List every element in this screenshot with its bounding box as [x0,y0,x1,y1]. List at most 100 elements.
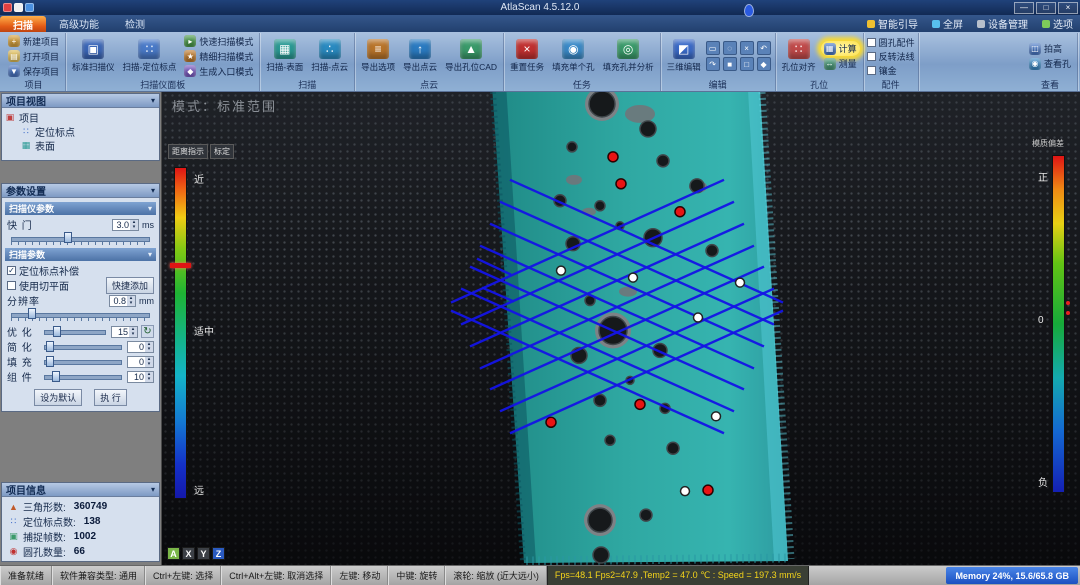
collapse-icon[interactable]: ▾ [151,96,155,105]
axis-button-z[interactable]: Z [212,547,225,560]
slider-thumb[interactable] [53,326,61,337]
target-marker-red[interactable] [635,399,645,409]
fill-region-icon[interactable]: ■ [723,57,737,71]
height-shot-button[interactable]: ◫拍高 [1026,41,1074,56]
run-button[interactable]: 执 行 [94,389,127,406]
resolution-slider[interactable] [11,308,150,321]
refresh-icon[interactable]: ↻ [141,325,154,338]
minimize-button[interactable]: — [1014,2,1034,14]
cut-plane-checkbox[interactable] [7,281,16,290]
collapse-icon[interactable]: ▾ [148,250,152,259]
hole[interactable] [589,92,615,117]
save-project-button[interactable]: ▼保存项目 [5,64,62,79]
viewport-3d[interactable]: 模式：标准范围 距离指示 标定 近 适中 远 模质偏差 正 [162,92,1080,565]
fill-value[interactable]: 0▴▾ [127,356,154,368]
quick-add-button[interactable]: 快捷添加 [106,277,154,294]
scan-params-section[interactable]: 扫描参数 ▾ [5,248,156,261]
hole[interactable] [567,142,577,152]
hole[interactable] [594,394,606,406]
target-marker-red[interactable] [608,152,618,162]
fast-scan-mode-button[interactable]: ▸快速扫描模式 [181,34,256,49]
tabbar-item-0[interactable]: 智能引导 [860,15,925,32]
hole[interactable] [640,121,656,137]
fine-scan-mode-button[interactable]: ★精细扫描模式 [181,49,256,64]
distance-indicator-button[interactable]: 距离指示 [168,144,208,159]
compute-button[interactable]: ▦计算 [821,41,860,56]
select-circle-icon[interactable]: ◌ [723,41,737,55]
target-marker-white[interactable] [736,278,745,287]
target-compensation-checkbox[interactable]: ✓ [7,266,16,275]
select-rect-icon[interactable]: ▭ [706,41,720,55]
hole[interactable] [667,442,679,454]
smooth-icon[interactable]: ◆ [757,57,771,71]
target-marker-white[interactable] [681,487,690,496]
close-button[interactable]: × [1058,2,1078,14]
target-marker-white[interactable] [712,412,721,421]
spinner-arrows-icon[interactable]: ▴▾ [129,327,137,337]
inlay-check[interactable]: 镶金 [867,63,915,77]
slider-thumb[interactable] [64,232,72,243]
spinner-arrows-icon[interactable]: ▴▾ [145,357,153,367]
hole[interactable] [640,509,652,521]
spinner-arrows-icon[interactable]: ▴▾ [145,372,153,382]
axis-button-y[interactable]: Y [197,547,210,560]
round-hole-fitting-check[interactable]: 圆孔配件 [867,35,915,49]
tree-item-project[interactable]: ▣ 项目 [5,110,156,124]
hole[interactable] [593,547,609,563]
slider-thumb[interactable] [46,356,54,367]
spinner-arrows-icon[interactable]: ▴▾ [127,296,135,306]
project-view-header[interactable]: 项目视图 ▾ [2,94,159,108]
export-holes-cad-button[interactable]: ▲导出孔位CAD [442,38,500,74]
spinner-arrows-icon[interactable]: ▴▾ [130,220,138,230]
target-marker-white[interactable] [694,313,703,322]
hole[interactable] [706,245,718,257]
component-slider[interactable] [44,371,122,382]
slider-thumb[interactable] [52,371,60,382]
slider-thumb[interactable] [28,308,36,319]
info-header[interactable]: 项目信息 ▾ [2,483,159,497]
component-value[interactable]: 10▴▾ [127,371,154,383]
fill-holes-analyze-button[interactable]: ◎填充孔并分析 [600,38,657,74]
standard-scanner-button[interactable]: ▣标准扫描仪 [69,38,118,74]
simplify-slider[interactable] [44,341,122,352]
edit-3d-button[interactable]: ◩三维编辑 [664,38,704,74]
undo-icon[interactable]: ↶ [757,41,771,55]
open-project-button[interactable]: ▤打开项目 [5,49,62,64]
target-marker-red[interactable] [703,485,713,495]
export-options-button[interactable]: ≡导出选项 [358,38,398,74]
hole-align-button[interactable]: ∷孔位对齐 [779,38,819,74]
resolution-value[interactable]: 0.8 ▴▾ [109,295,136,307]
export-pointcloud-button[interactable]: ↑导出点云 [400,38,440,74]
scan-pointcloud-button[interactable]: ∴扫描-点云 [308,38,351,74]
axis-button-a[interactable]: A [167,547,180,560]
target-marker-red[interactable] [675,207,685,217]
target-marker-white[interactable] [629,273,638,282]
shutter-slider[interactable] [11,232,150,245]
hole[interactable] [595,201,605,211]
target-marker-red[interactable] [546,417,556,427]
tab-1[interactable]: 高级功能 [46,15,112,32]
calibrate-button[interactable]: 标定 [210,144,234,159]
view-holes-button[interactable]: ◉查看孔 [1026,56,1074,71]
measure-button[interactable]: ↔测量 [821,56,860,71]
tab-0[interactable]: 扫描 [0,16,46,32]
target-marker-red[interactable] [616,179,626,189]
hole[interactable] [588,508,612,532]
redo-icon[interactable]: ↷ [706,57,720,71]
collapse-icon[interactable]: ▾ [151,485,155,494]
set-default-button[interactable]: 设为默认 [34,389,82,406]
hole[interactable] [605,435,615,445]
new-project-button[interactable]: +新建项目 [5,34,62,49]
collapse-icon[interactable]: ▾ [148,204,152,213]
optimize-slider[interactable] [44,326,106,337]
tabbar-item-3[interactable]: 选项 [1035,15,1080,32]
tree-item-targets[interactable]: ∷ 定位标点 [5,124,156,138]
target-marker-white[interactable] [557,266,566,275]
tabbar-item-2[interactable]: 设备管理 [970,15,1035,32]
maximize-button[interactable]: □ [1036,2,1056,14]
tree-item-surface[interactable]: ▦ 表面 [5,138,156,152]
spinner-arrows-icon[interactable]: ▴▾ [145,342,153,352]
tab-2[interactable]: 检测 [112,15,158,32]
delete-selection-icon[interactable]: × [740,41,754,55]
fill-single-hole-button[interactable]: ◉填充单个孔 [549,38,598,74]
